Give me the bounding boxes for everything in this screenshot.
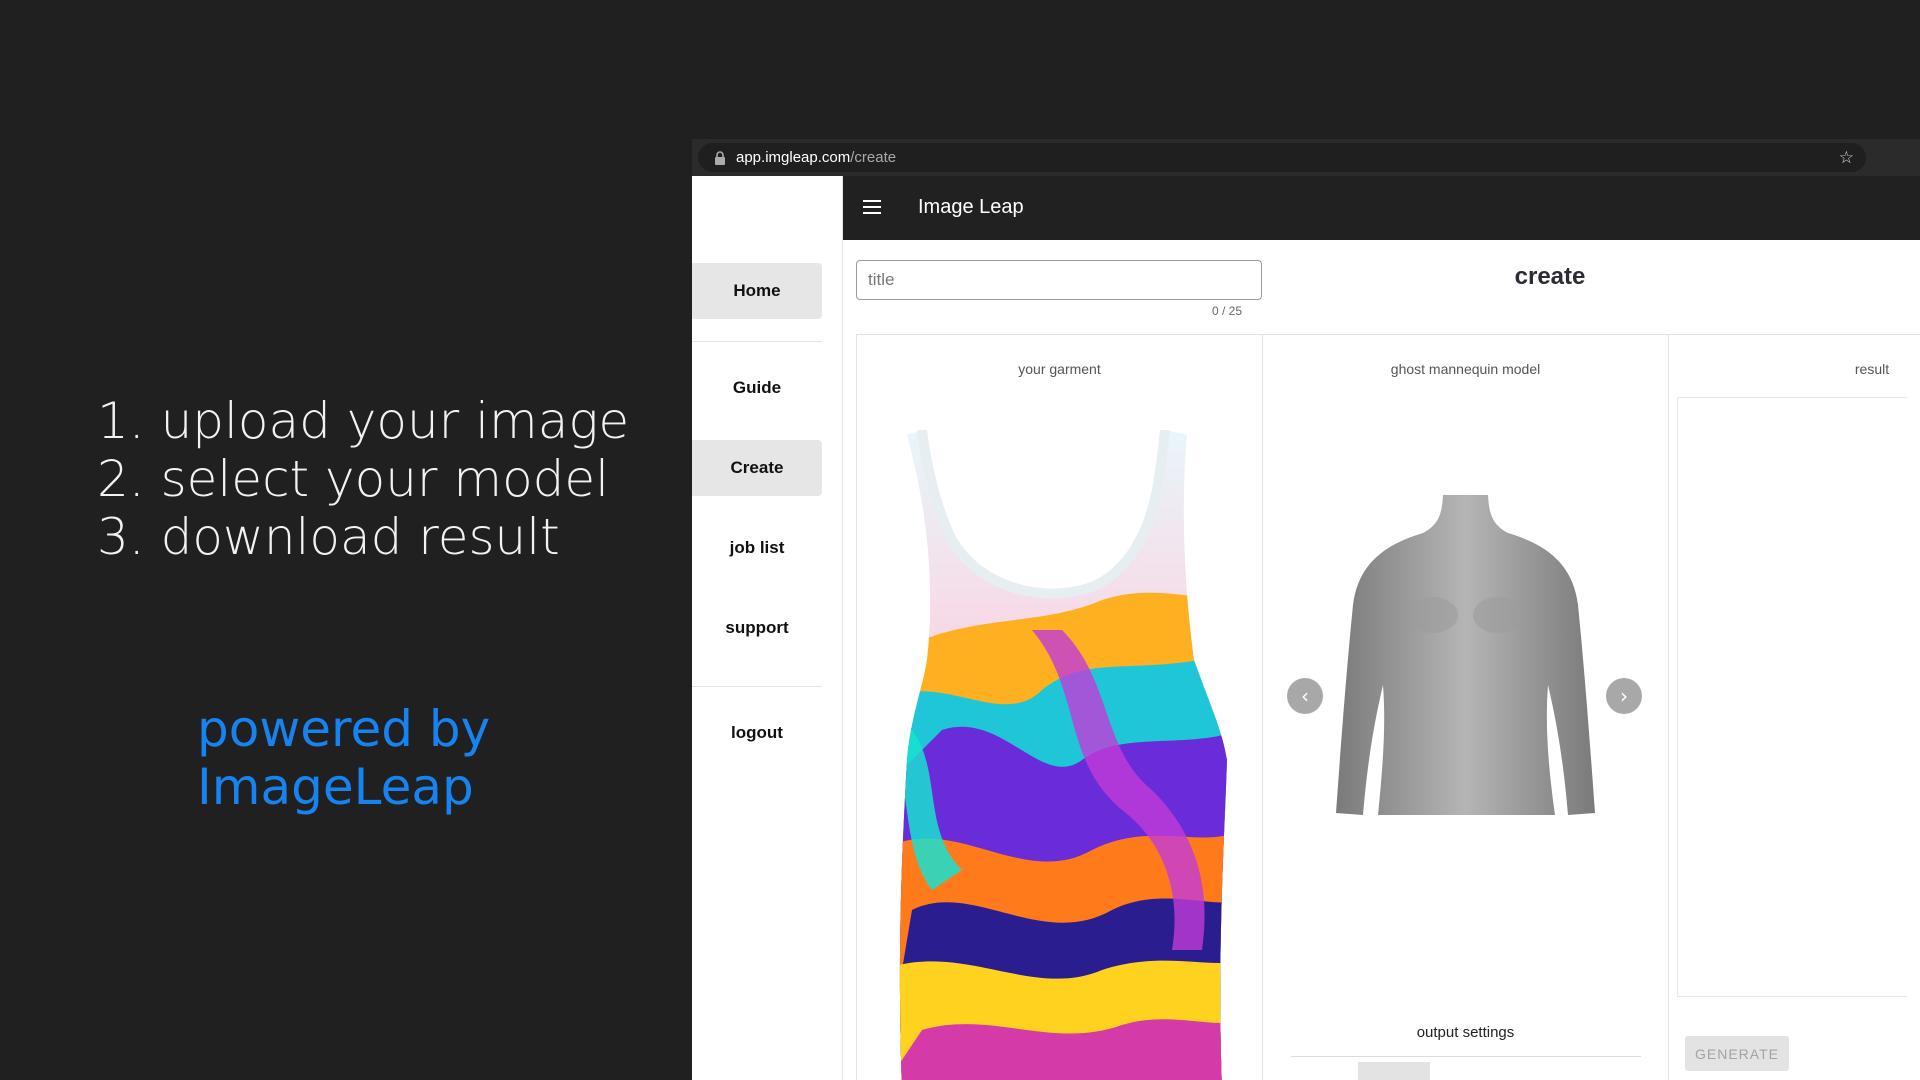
address-bar[interactable]: app.imgleap.com/create ☆	[698, 143, 1866, 172]
browser-toolbar: app.imgleap.com/create ☆	[692, 139, 1920, 176]
step-3: 3. download result	[97, 508, 560, 566]
output-settings-label: output settings	[1416, 1024, 1515, 1041]
sidebar-item-guide[interactable]: Guide	[692, 360, 822, 416]
output-settings-tab[interactable]	[1358, 1062, 1430, 1080]
title-input[interactable]	[856, 260, 1262, 300]
step-1: 1. upload your image	[97, 392, 630, 450]
garment-image[interactable]	[882, 430, 1242, 1080]
garment-panel-label: your garment	[1018, 361, 1101, 377]
model-panel-label: ghost mannequin model	[1390, 361, 1541, 377]
result-preview-area	[1677, 397, 1907, 997]
sidebar-item-create[interactable]: Create	[692, 440, 822, 496]
sidebar-divider	[692, 341, 822, 342]
bookmark-star-icon[interactable]: ☆	[1839, 148, 1854, 168]
model-panel: ghost mannequin model ‹ › output setting…	[1262, 334, 1669, 1080]
step-2: 2. select your model	[97, 450, 610, 508]
sidebar-item-logout[interactable]: logout	[692, 705, 822, 761]
page-title: create	[1514, 263, 1586, 290]
chevron-right-icon: ›	[1620, 684, 1628, 708]
output-settings-divider	[1291, 1056, 1641, 1057]
sidebar-item-support[interactable]: support	[692, 600, 822, 656]
sidebar-item-label: support	[725, 618, 789, 637]
steps-list: 1. upload your image 2. select your mode…	[97, 392, 629, 566]
garment-panel: your garment	[856, 334, 1263, 1080]
url-host: app.imgleap.com	[736, 149, 851, 166]
sidebar-item-label: Home	[733, 281, 781, 300]
result-panel-label: result	[1854, 361, 1890, 377]
previous-model-button[interactable]: ‹	[1287, 678, 1323, 714]
generate-button[interactable]: GENERATE	[1685, 1036, 1789, 1071]
next-model-button[interactable]: ›	[1606, 678, 1642, 714]
powered-line-1: powered by	[197, 700, 491, 758]
title-char-counter: 0 / 25	[1212, 304, 1243, 318]
sidebar-item-home[interactable]: Home	[692, 263, 822, 319]
url-text[interactable]: app.imgleap.com/create	[736, 149, 896, 166]
chevron-left-icon: ‹	[1301, 684, 1309, 708]
app-header: Image Leap	[843, 176, 1920, 240]
sidebar: Home Guide Create job list support logou…	[692, 176, 843, 1080]
lock-icon	[715, 151, 725, 165]
result-panel: result GENERATE	[1668, 334, 1920, 1080]
hamburger-menu-icon[interactable]	[863, 200, 881, 214]
app-title: Image Leap	[918, 196, 1024, 218]
sidebar-item-label: job list	[729, 538, 785, 557]
url-path: /create	[850, 149, 897, 166]
sidebar-item-label: Guide	[732, 378, 782, 397]
sidebar-item-label: logout	[731, 723, 783, 742]
powered-line-2: ImageLeap	[197, 758, 474, 816]
powered-by-text: powered by ImageLeap	[197, 700, 490, 816]
sidebar-item-label: Create	[730, 458, 784, 477]
sidebar-item-job-list[interactable]: job list	[692, 520, 822, 576]
sidebar-divider	[692, 686, 822, 687]
mannequin-image[interactable]	[1333, 495, 1598, 825]
browser-window: app.imgleap.com/create ☆ Home Guide Crea…	[692, 139, 1920, 1080]
